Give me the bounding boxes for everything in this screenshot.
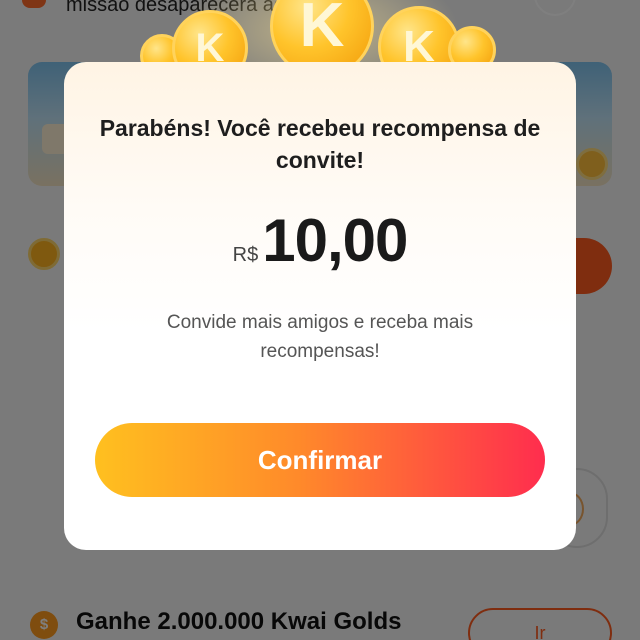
confirm-button[interactable]: Confirmar <box>95 423 545 497</box>
modal-title: Parabéns! Você recebeu recompensa de con… <box>99 115 541 173</box>
modal-subtext: Convide mais amigos e receba mais recomp… <box>166 312 474 362</box>
reward-amount: 10,00 <box>262 207 408 274</box>
reward-modal: Parabéns! Você recebeu recompensa de con… <box>64 62 576 550</box>
currency-label: R$ <box>232 244 259 266</box>
reward-amount-row: R$10,00 <box>64 206 576 275</box>
